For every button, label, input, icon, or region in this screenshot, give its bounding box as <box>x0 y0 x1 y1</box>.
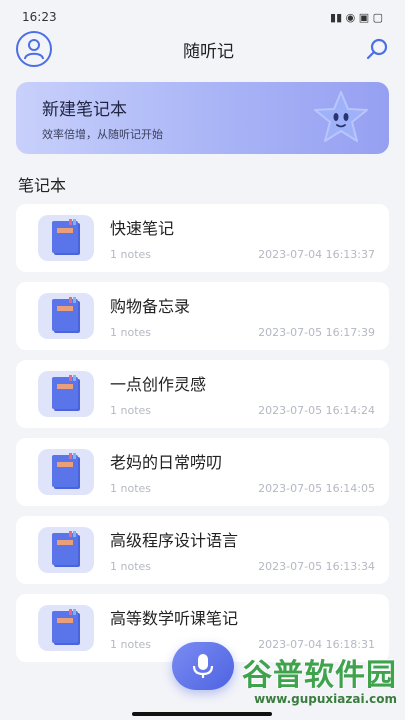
notebook-icon <box>52 219 80 255</box>
notebook-icon <box>52 297 80 333</box>
user-icon <box>24 39 44 60</box>
notebook-title: 快速笔记 <box>110 219 175 238</box>
notebook-card-body: 高等数学听课笔记 1 notes 2023-07-04 16:18:31 <box>110 605 375 651</box>
record-mic-button[interactable] <box>172 642 234 690</box>
page-title: 随听记 <box>183 41 234 62</box>
notebook-card[interactable]: 一点创作灵感 1 notes 2023-07-05 16:14:24 <box>16 360 389 428</box>
notebook-card[interactable]: 高级程序设计语言 1 notes 2023-07-05 16:13:34 <box>16 516 389 584</box>
notebook-date: 2023-07-04 16:13:37 <box>258 248 375 261</box>
status-bar: 16:23 ▮▮ ◉ ▣ ▢ <box>0 0 405 34</box>
notebook-icon <box>52 453 80 489</box>
notebook-title: 高等数学听课笔记 <box>110 609 239 628</box>
home-indicator[interactable] <box>132 712 272 716</box>
notebook-icon <box>52 375 80 411</box>
profile-avatar-button[interactable] <box>16 31 52 67</box>
notebook-icon-wrap <box>38 605 94 651</box>
banner-subtitle: 效率倍增，从随听记开始 <box>42 127 163 141</box>
search-icon <box>366 38 388 60</box>
notebook-card-body: 快速笔记 1 notes 2023-07-04 16:13:37 <box>110 215 375 261</box>
notebook-date: 2023-07-05 16:14:05 <box>258 482 375 495</box>
notebook-title: 购物备忘录 <box>110 297 191 316</box>
notebook-count: 1 notes <box>110 560 152 573</box>
notebook-date: 2023-07-05 16:13:34 <box>258 560 375 573</box>
notebook-icon <box>52 609 80 645</box>
notebook-icon-wrap <box>38 293 94 339</box>
notebook-icon-wrap <box>38 371 94 417</box>
banner-title: 新建笔记本 <box>42 99 127 120</box>
notebook-card-body: 一点创作灵感 1 notes 2023-07-05 16:14:24 <box>110 371 375 417</box>
notebook-list: 快速笔记 1 notes 2023-07-04 16:13:37 购物备忘录 1… <box>16 204 389 662</box>
status-time: 16:23 <box>22 10 57 24</box>
star-mascot-icon <box>314 91 368 142</box>
notebook-card-body: 老妈的日常唠叨 1 notes 2023-07-05 16:14:05 <box>110 449 375 495</box>
notebook-date: 2023-07-05 16:17:39 <box>258 326 375 339</box>
notebook-count: 1 notes <box>110 326 152 339</box>
notebook-card-body: 购物备忘录 1 notes 2023-07-05 16:17:39 <box>110 293 375 339</box>
app-header: 随听记 <box>0 31 405 67</box>
notebook-title: 老妈的日常唠叨 <box>110 453 223 472</box>
search-button[interactable] <box>365 37 389 61</box>
section-title: 笔记本 <box>18 176 67 195</box>
notebook-count: 1 notes <box>110 248 152 261</box>
notebook-icon-wrap <box>38 215 94 261</box>
new-notebook-banner[interactable]: 新建笔记本 效率倍增，从随听记开始 <box>16 82 389 154</box>
notebook-date: 2023-07-05 16:14:24 <box>258 404 375 417</box>
notebook-card-body: 高级程序设计语言 1 notes 2023-07-05 16:13:34 <box>110 527 375 573</box>
notebook-count: 1 notes <box>110 638 152 651</box>
notebook-card[interactable]: 老妈的日常唠叨 1 notes 2023-07-05 16:14:05 <box>16 438 389 506</box>
notebook-card[interactable]: 购物备忘录 1 notes 2023-07-05 16:17:39 <box>16 282 389 350</box>
notebook-icon <box>52 531 80 567</box>
notebook-icon-wrap <box>38 449 94 495</box>
watermark-url: www.gupuxiazai.com <box>254 692 397 706</box>
microphone-icon <box>192 654 214 678</box>
notebook-title: 一点创作灵感 <box>110 375 207 394</box>
watermark-text: 谷普软件园 <box>242 658 397 693</box>
notebook-title: 高级程序设计语言 <box>110 531 239 550</box>
notebook-icon-wrap <box>38 527 94 573</box>
notebook-count: 1 notes <box>110 404 152 417</box>
notebook-card[interactable]: 快速笔记 1 notes 2023-07-04 16:13:37 <box>16 204 389 272</box>
watermark: 谷普软件园 www.gupuxiazai.com <box>242 650 397 706</box>
status-icons: ▮▮ ◉ ▣ ▢ <box>330 10 383 24</box>
notebook-count: 1 notes <box>110 482 152 495</box>
